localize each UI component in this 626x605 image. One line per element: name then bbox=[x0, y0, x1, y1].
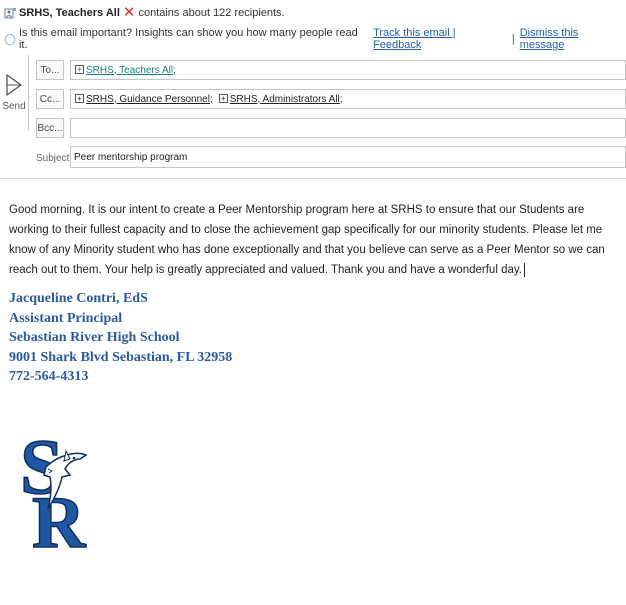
bcc-field[interactable] bbox=[70, 118, 626, 138]
dismiss-message-link[interactable]: Dismiss this message bbox=[520, 27, 626, 51]
link-separator: | bbox=[511, 33, 515, 45]
subject-label: Subject bbox=[36, 153, 70, 164]
shark-logo-icon: S R bbox=[19, 422, 88, 565]
send-arrow-icon bbox=[6, 74, 22, 96]
signature-title: Assistant Principal bbox=[9, 310, 123, 326]
signature-phone: 772-564-4313 bbox=[9, 369, 89, 384]
signature-school: Sebastian River High School bbox=[9, 330, 180, 345]
cc-recipient[interactable]: + SRHS, Guidance Personnel; bbox=[75, 94, 213, 105]
group-name: SRHS, Teachers All bbox=[19, 7, 120, 19]
bcc-button[interactable]: Bcc... bbox=[36, 118, 64, 138]
to-recipient[interactable]: + SRHS, Teachers All; bbox=[75, 65, 176, 76]
subject-value: Peer mentorship program bbox=[74, 151, 188, 163]
to-field[interactable]: + SRHS, Teachers All; bbox=[70, 60, 626, 80]
message-body[interactable]: Good morning. It is our intent to create… bbox=[9, 200, 619, 280]
insights-bar: Is this email important? Insights can sh… bbox=[4, 27, 626, 51]
insights-info-icon bbox=[4, 33, 16, 45]
track-email-link[interactable]: Track this email | Feedback bbox=[373, 27, 507, 51]
send-label: Send bbox=[2, 101, 26, 112]
cc-field[interactable]: + SRHS, Guidance Personnel; + SRHS, Admini… bbox=[70, 89, 626, 109]
expand-group-icon[interactable]: + bbox=[75, 65, 84, 75]
signature-name: Jacqueline Contri, EdS bbox=[9, 291, 148, 306]
to-button[interactable]: To... bbox=[36, 60, 64, 80]
expand-group-icon[interactable]: + bbox=[218, 94, 228, 104]
message-body-text: Good morning. It is our intent to create… bbox=[9, 204, 605, 276]
email-signature: Jacqueline Contri, EdS Assistant Princip… bbox=[9, 289, 232, 387]
header-divider bbox=[0, 178, 626, 179]
signature-address: 9001 Shark Blvd Sebastian, FL 32958 bbox=[9, 349, 233, 365]
cc-button[interactable]: Cc... bbox=[36, 89, 64, 109]
group-contact-icon bbox=[4, 8, 16, 19]
recipient-notice: contains about 122 recipients. bbox=[138, 7, 285, 19]
subject-field[interactable]: Peer mentorship program bbox=[70, 146, 626, 168]
cc-recipient[interactable]: + SRHS, Administrators All; bbox=[218, 94, 343, 105]
insights-message: Is this email important? Insights can sh… bbox=[18, 27, 358, 51]
expand-group-icon[interactable]: + bbox=[75, 94, 84, 104]
text-caret bbox=[523, 262, 525, 277]
logo-r-letter: R bbox=[32, 482, 87, 551]
school-logo: S R bbox=[18, 422, 100, 565]
error-x-icon: ✕ bbox=[122, 4, 136, 21]
recipient-info-bar: SRHS, Teachers All ✕ contains about 122 … bbox=[4, 5, 285, 21]
send-button[interactable]: Send bbox=[0, 55, 29, 130]
